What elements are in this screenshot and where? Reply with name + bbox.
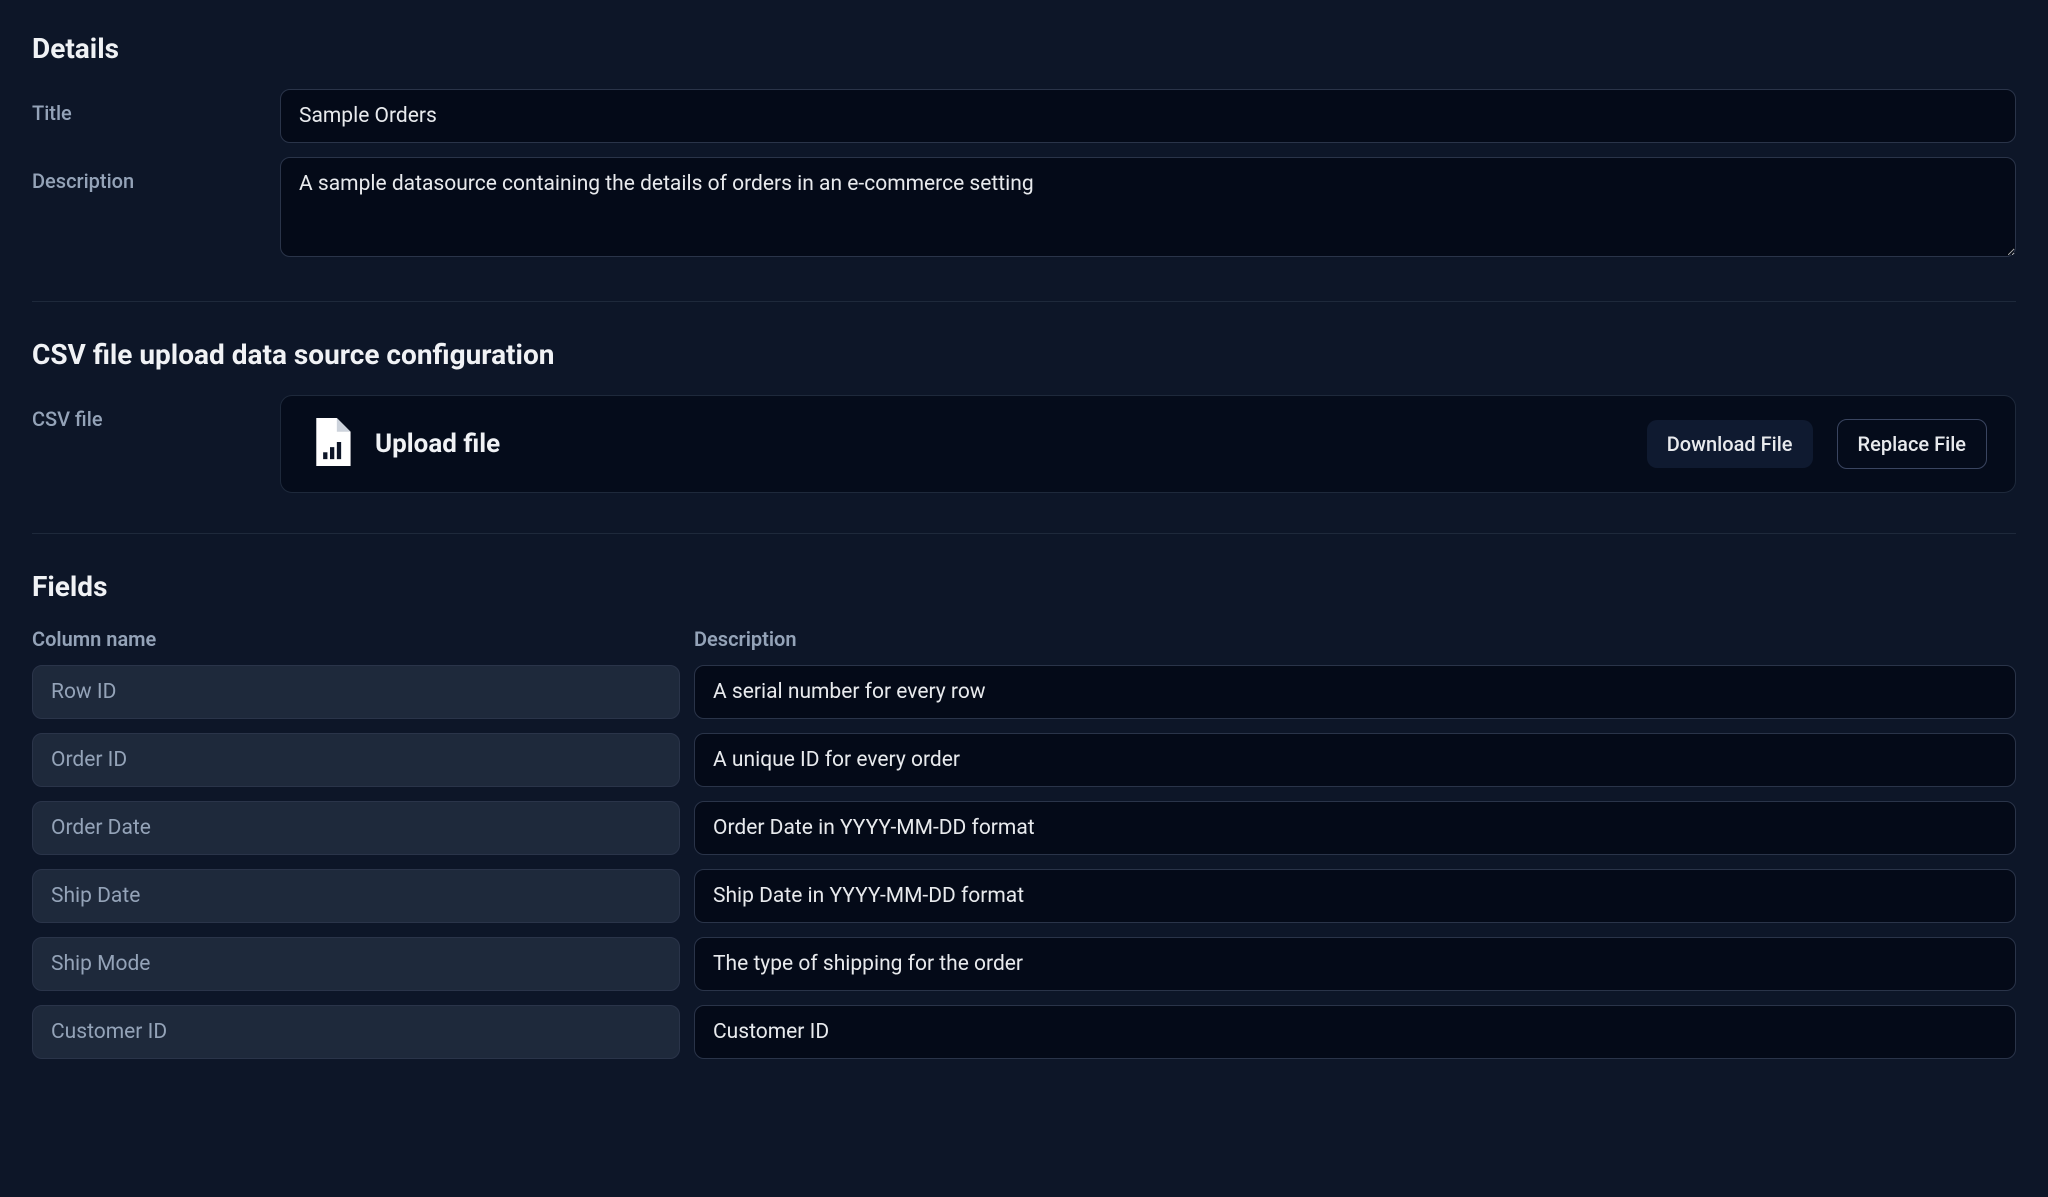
column-name-input[interactable] <box>32 1005 680 1059</box>
field-row <box>32 665 2016 719</box>
title-row: Title <box>32 89 2016 143</box>
column-description-input[interactable] <box>694 801 2016 855</box>
csv-file-label: CSV file <box>32 395 280 431</box>
divider <box>32 301 2016 302</box>
csv-config-heading: CSV file upload data source configuratio… <box>32 338 2016 371</box>
download-file-button[interactable]: Download File <box>1647 420 1813 468</box>
column-description-input[interactable] <box>694 1005 2016 1059</box>
description-textarea[interactable]: A sample datasource containing the detai… <box>280 157 2016 257</box>
fields-rows-container <box>32 665 2016 1059</box>
description-header: Description <box>694 627 2016 651</box>
fields-header-row: Column name Description <box>32 627 2016 651</box>
field-row <box>32 801 2016 855</box>
field-row <box>32 937 2016 991</box>
details-heading: Details <box>32 32 2016 65</box>
fields-section: Fields Column name Description <box>32 570 2016 1059</box>
column-name-input[interactable] <box>32 869 680 923</box>
replace-file-button[interactable]: Replace File <box>1837 419 1987 469</box>
column-description-input[interactable] <box>694 937 2016 991</box>
field-row <box>32 733 2016 787</box>
upload-box: Upload file Download File Replace File <box>280 395 2016 493</box>
csv-config-section: CSV file upload data source configuratio… <box>32 338 2016 493</box>
field-row <box>32 869 2016 923</box>
divider <box>32 533 2016 534</box>
fields-heading: Fields <box>32 570 2016 603</box>
column-description-input[interactable] <box>694 869 2016 923</box>
field-row <box>32 1005 2016 1059</box>
description-row: Description A sample datasource containi… <box>32 157 2016 261</box>
upload-file-title: Upload file <box>375 429 500 459</box>
column-name-header: Column name <box>32 627 680 651</box>
description-label: Description <box>32 157 280 193</box>
column-name-input[interactable] <box>32 665 680 719</box>
column-name-input[interactable] <box>32 801 680 855</box>
column-description-input[interactable] <box>694 733 2016 787</box>
column-name-input[interactable] <box>32 937 680 991</box>
file-chart-icon <box>309 418 351 470</box>
column-description-input[interactable] <box>694 665 2016 719</box>
column-name-input[interactable] <box>32 733 680 787</box>
title-input[interactable] <box>280 89 2016 143</box>
title-label: Title <box>32 89 280 125</box>
details-section: Details Title Description A sample datas… <box>32 32 2016 261</box>
csv-file-row: CSV file Upload file <box>32 395 2016 493</box>
